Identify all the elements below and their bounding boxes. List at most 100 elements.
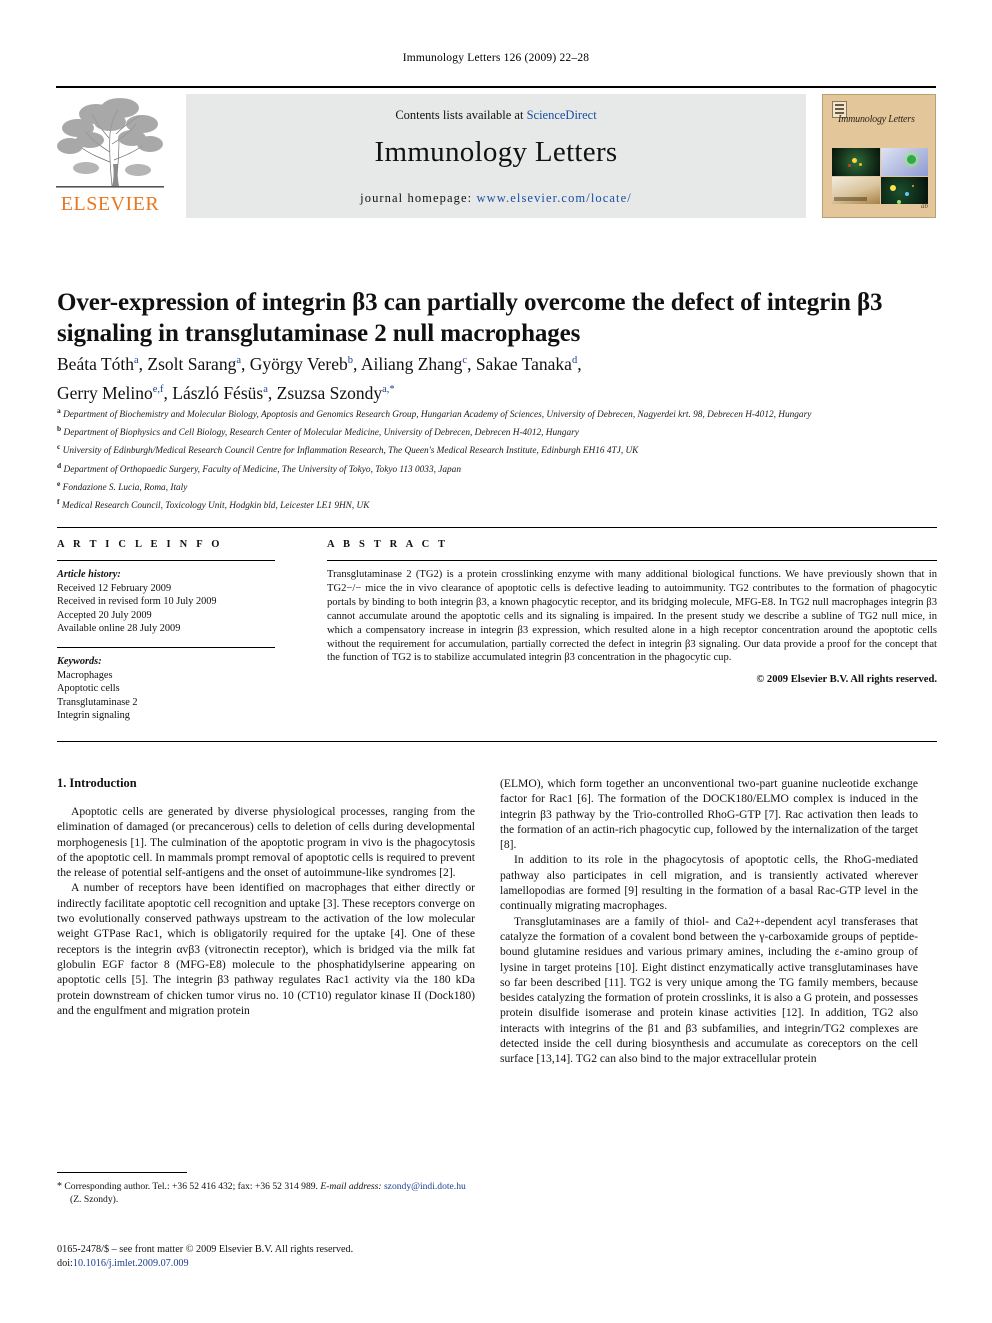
cover-publisher-mark: ab — [921, 202, 928, 210]
elsevier-tree-icon — [56, 94, 164, 192]
history-item: Received 12 February 2009 — [57, 582, 172, 594]
email-label: E-mail address: — [320, 1181, 382, 1192]
cover-journal-name: Immunology Letters — [838, 114, 915, 125]
author-list: Beáta Tótha, Zsolt Saranga, György Vereb… — [57, 353, 582, 403]
info-block-bottom-rule — [57, 741, 937, 742]
affiliation-item: d Department of Orthopaedic Surgery, Fac… — [57, 459, 937, 477]
affiliation-item: b Department of Biophysics and Cell Biol… — [57, 422, 937, 440]
author-name: György Verebb — [249, 353, 354, 374]
cover-image-4 — [880, 176, 928, 204]
homepage-url-link[interactable]: www.elsevier.com/locate/ — [476, 191, 631, 205]
doi-label: doi: — [57, 1258, 73, 1269]
journal-cover-thumbnail: Immunology Letters ab — [822, 94, 936, 218]
elsevier-logo: ELSEVIER — [56, 94, 164, 218]
affiliation-item: e Fondazione S. Lucia, Roma, Italy — [57, 477, 937, 495]
body-column-right: (ELMO), which form together an unconvent… — [500, 776, 918, 1067]
abstract-copyright: © 2009 Elsevier B.V. All rights reserved… — [756, 674, 937, 686]
keyword-item: Integrin signaling — [57, 710, 130, 722]
abstract-text: Transglutaminase 2 (TG2) is a protein cr… — [327, 569, 937, 664]
paragraph: Apoptotic cells are generated by diverse… — [57, 805, 475, 880]
author-name: Sakae Tanakad — [475, 353, 578, 374]
info-block-top-rule — [57, 527, 937, 528]
footnote-rule — [57, 1172, 187, 1173]
author-affiliation-mark: b — [347, 355, 354, 366]
keyword-item: Macrophages — [57, 669, 113, 681]
paragraph: A number of receptors have been identifi… — [57, 881, 475, 1017]
article-info-heading: A R T I C L E I N F O — [57, 539, 223, 550]
masthead-top-rule — [56, 86, 936, 88]
author-name: László Fésüsa — [172, 382, 268, 403]
journal-title: Immunology Letters — [374, 136, 618, 168]
cover-image-3 — [832, 176, 880, 204]
author-affiliation-mark: c — [462, 355, 468, 366]
history-item: Accepted 20 July 2009 — [57, 609, 152, 621]
affiliation-text: University of Edinburgh/Medical Research… — [62, 446, 639, 457]
affiliation-mark: e — [57, 478, 61, 488]
keywords-rule — [57, 646, 275, 648]
journal-homepage-line: journal homepage: www.elsevier.com/locat… — [186, 191, 806, 206]
affiliation-mark: b — [57, 424, 62, 434]
info-abstract-block: A R T I C L E I N F O Article history: R… — [57, 527, 937, 742]
article-history-label: Article history: — [57, 569, 121, 580]
article-history-group: Article history: Received 12 February 20… — [57, 568, 307, 636]
homepage-prefix: journal homepage: — [360, 191, 477, 205]
cover-inner: Immunology Letters ab — [828, 100, 930, 212]
affiliation-mark: d — [57, 460, 62, 470]
page-footer: 0165-2478/$ – see front matter © 2009 El… — [57, 1243, 557, 1271]
footnote-marker: * — [57, 1181, 62, 1192]
author-affiliation-mark: a — [236, 355, 241, 366]
affiliation-text: Department of Orthopaedic Surgery, Facul… — [63, 464, 461, 475]
author-affiliation-mark: a — [133, 355, 139, 366]
affiliation-item: c University of Edinburgh/Medical Resear… — [57, 440, 937, 458]
author-affiliation-mark: e,f — [152, 383, 164, 395]
journal-masthead: ELSEVIER Contents lists available at Sci… — [56, 86, 936, 220]
doi-line: doi:10.1016/j.imlet.2009.07.009 — [57, 1257, 557, 1271]
history-item: Received in revised form 10 July 2009 — [57, 596, 217, 608]
sciencedirect-link[interactable]: ScienceDirect — [527, 108, 597, 122]
paragraph: Transglutaminases are a family of thiol-… — [500, 914, 918, 1066]
issn-copyright-line: 0165-2478/$ – see front matter © 2009 El… — [57, 1244, 354, 1255]
article-info-column: A R T I C L E I N F O Article history: R… — [57, 539, 307, 723]
affiliation-text: Medical Research Council, Toxicology Uni… — [61, 501, 370, 512]
author-affiliation-mark: a — [263, 383, 268, 395]
email-link[interactable]: szondy@indi.dote.hu — [384, 1181, 466, 1192]
cover-image-grid — [832, 148, 928, 204]
author-name: Ailiang Zhangc — [360, 353, 468, 374]
footnote-text: * Corresponding author. Tel.: +36 52 416… — [57, 1181, 475, 1206]
affiliation-item: a Department of Biochemistry and Molecul… — [57, 404, 937, 422]
author-name: Zsolt Saranga — [147, 353, 241, 374]
page-title: Over-expression of integrin β3 can parti… — [57, 288, 883, 347]
cover-image-1 — [832, 148, 880, 176]
author-affiliation-mark: d — [571, 355, 578, 366]
keyword-item: Transglutaminase 2 — [57, 696, 138, 708]
contents-prefix: Contents lists available at — [395, 108, 527, 122]
affiliation-mark: a — [57, 406, 61, 415]
affiliation-list: a Department of Biochemistry and Molecul… — [57, 404, 937, 513]
email-owner: (Z. Szondy). — [70, 1193, 119, 1205]
keyword-item: Apoptotic cells — [57, 683, 120, 695]
running-head: Immunology Letters 126 (2009) 22–28 — [402, 52, 590, 64]
contents-available-line: Contents lists available at ScienceDirec… — [186, 108, 806, 123]
affiliation-mark: f — [57, 496, 60, 506]
corresponding-author-text: Corresponding author. Tel.: +36 52 416 4… — [64, 1181, 318, 1192]
section-heading-introduction: 1. Introduction — [57, 776, 137, 790]
affiliation-mark: c — [57, 442, 61, 452]
affiliation-text: Department of Biochemistry and Molecular… — [63, 410, 812, 421]
elsevier-wordmark: ELSEVIER — [60, 193, 160, 215]
affiliation-text: Department of Biophysics and Cell Biolog… — [63, 428, 579, 439]
journal-band: Contents lists available at ScienceDirec… — [186, 94, 806, 218]
keywords-label: Keywords: — [57, 655, 102, 667]
body-columns: 1. Introduction Apoptotic cells are gene… — [57, 776, 937, 1176]
affiliation-item: f Medical Research Council, Toxicology U… — [57, 495, 937, 513]
author-name: Gerry Melinoe,f — [57, 382, 164, 403]
article-info-rule — [57, 560, 275, 561]
cover-image-2 — [880, 148, 928, 176]
doi-link[interactable]: 10.1016/j.imlet.2009.07.009 — [73, 1258, 189, 1269]
author-name: Zsuzsa Szondya,* — [276, 382, 395, 403]
paragraph: (ELMO), which form together an unconvent… — [500, 777, 918, 852]
abstract-heading: A B S T R A C T — [327, 539, 449, 550]
body-column-left: 1. Introduction Apoptotic cells are gene… — [57, 776, 475, 1018]
affiliation-text: Fondazione S. Lucia, Roma, Italy — [62, 482, 188, 493]
keywords-group: Keywords: Macrophages Apoptotic cells Tr… — [57, 655, 307, 723]
